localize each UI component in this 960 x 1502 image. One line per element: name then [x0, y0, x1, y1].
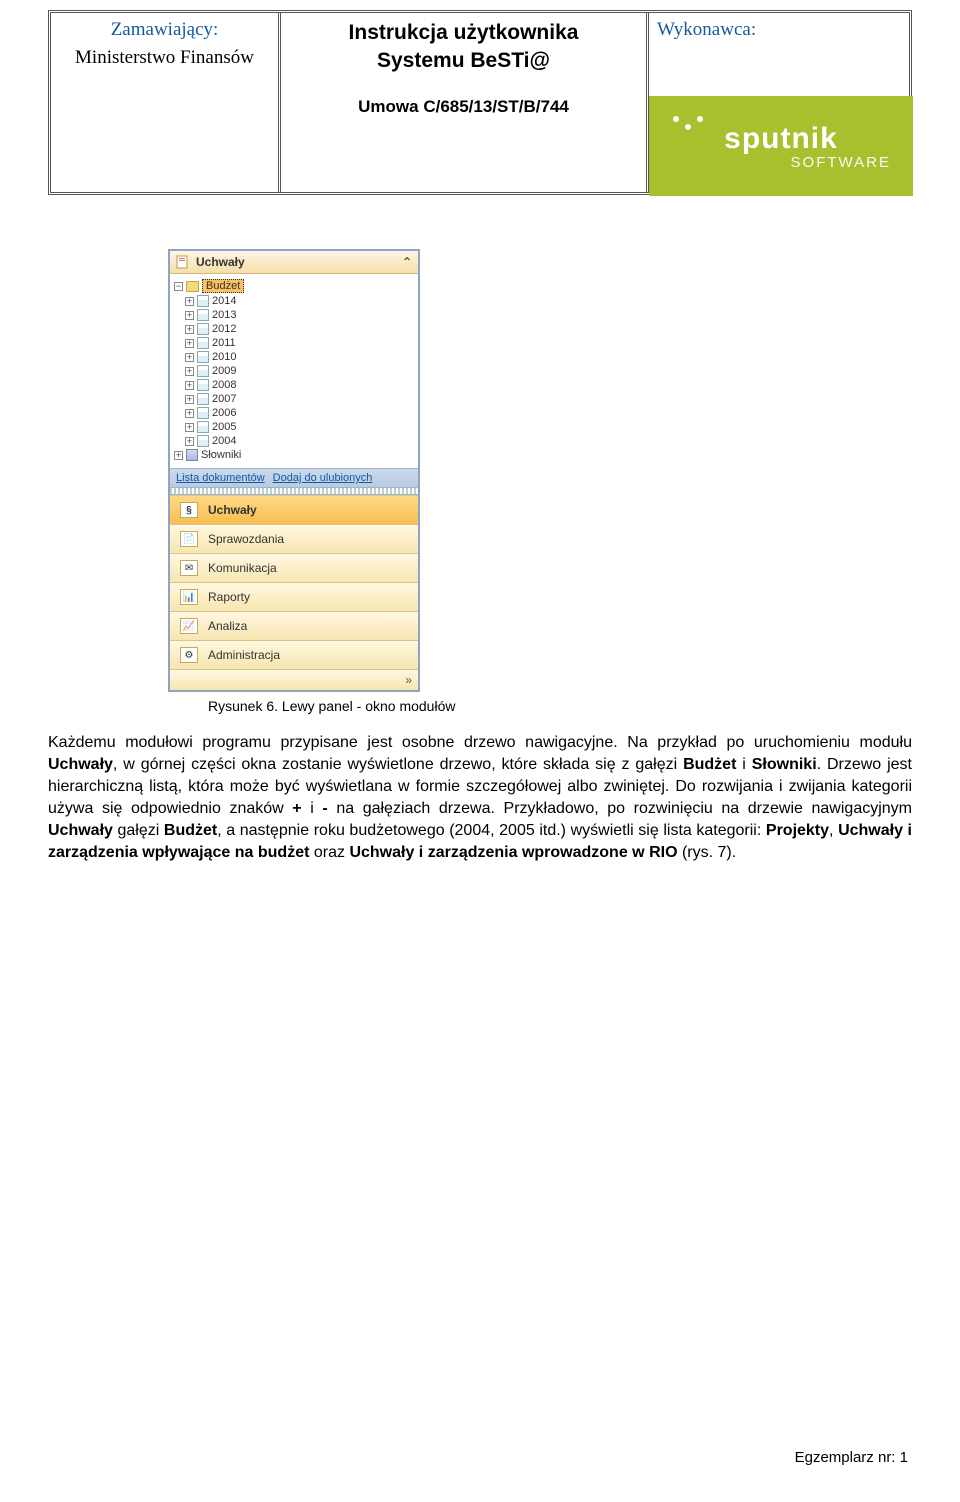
module-label: Sprawozdania	[208, 532, 284, 546]
tree-slowniki[interactable]: + Słowniki	[172, 448, 416, 462]
link-doclist[interactable]: Lista dokumentów	[176, 472, 265, 484]
module-icon: 📄	[180, 531, 198, 547]
calendar-icon	[197, 407, 209, 419]
tree-year[interactable]: +2008	[172, 378, 416, 392]
book-icon	[186, 449, 198, 461]
calendar-icon	[197, 309, 209, 321]
panel-header[interactable]: Uchwały ⌃	[170, 251, 418, 274]
tree-year-label: 2009	[212, 365, 236, 377]
module-label: Raporty	[208, 590, 250, 604]
link-add-fav[interactable]: Dodaj do ulubionych	[273, 472, 373, 484]
module-icon: 📊	[180, 589, 198, 605]
module-icon: 📈	[180, 618, 198, 634]
tree-year[interactable]: +2005	[172, 420, 416, 434]
expand-icon[interactable]: +	[185, 311, 194, 320]
doc-subtitle: Systemu BeSTi@	[289, 49, 638, 73]
calendar-icon	[197, 393, 209, 405]
figure-caption: Rysunek 6. Lewy panel - okno modułów	[208, 698, 912, 714]
module-icon: ⚙	[180, 647, 198, 663]
calendar-icon	[197, 337, 209, 349]
tree-year[interactable]: +2013	[172, 308, 416, 322]
calendar-icon	[197, 351, 209, 363]
ordering-label: Zamawiający:	[59, 19, 270, 41]
expand-icon[interactable]: +	[185, 353, 194, 362]
sputnik-logo: sputnik SOFTWARE	[649, 96, 913, 196]
calendar-icon	[197, 323, 209, 335]
links-bar: Lista dokumentów Dodaj do ulubionych	[170, 468, 418, 488]
module-icon: §	[180, 502, 198, 518]
module-label: Uchwały	[208, 503, 257, 517]
module-label: Administracja	[208, 648, 280, 662]
expand-icon[interactable]: +	[174, 451, 183, 460]
tree-year[interactable]: +2004	[172, 434, 416, 448]
calendar-icon	[197, 365, 209, 377]
tree-year[interactable]: +2011	[172, 336, 416, 350]
splitter-grip[interactable]	[170, 488, 418, 495]
collapse-icon[interactable]: −	[174, 282, 183, 291]
tree-year[interactable]: +2006	[172, 406, 416, 420]
logo-subword: SOFTWARE	[791, 154, 891, 171]
tree-year-label: 2013	[212, 309, 236, 321]
calendar-icon	[197, 435, 209, 447]
header-center: Instrukcja użytkownika Systemu BeSTi@ Um…	[281, 13, 649, 192]
expand-icon[interactable]: +	[185, 367, 194, 376]
document-icon	[176, 255, 190, 269]
module-analiza[interactable]: 📈 Analiza	[170, 611, 418, 640]
tree-slowniki-label: Słowniki	[201, 449, 241, 461]
chevron-up-icon[interactable]: ⌃	[402, 255, 412, 269]
calendar-icon	[197, 421, 209, 433]
doc-title: Instrukcja użytkownika	[289, 21, 638, 45]
tree-year[interactable]: +2010	[172, 350, 416, 364]
tree-root-budzet[interactable]: − Budżet	[172, 278, 416, 294]
tree-year[interactable]: +2007	[172, 392, 416, 406]
contractor-label: Wykonawca:	[657, 19, 901, 41]
tree-year-label: 2005	[212, 421, 236, 433]
module-label: Komunikacja	[208, 561, 277, 575]
expand-icon[interactable]: +	[185, 325, 194, 334]
chevron-right-icon: »	[405, 673, 412, 687]
panel-title: Uchwały	[196, 255, 245, 269]
module-label: Analiza	[208, 619, 247, 633]
tree-year-label: 2010	[212, 351, 236, 363]
tree-year[interactable]: +2012	[172, 322, 416, 336]
expand-icon[interactable]: +	[185, 423, 194, 432]
module-uchwaly[interactable]: § Uchwały	[170, 495, 418, 524]
body-paragraph: Każdemu modułowi programu przypisane jes…	[48, 732, 912, 864]
module-administracja[interactable]: ⚙ Administracja	[170, 640, 418, 669]
expand-icon[interactable]: +	[185, 395, 194, 404]
header-frame: Zamawiający: Ministerstwo Finansów Instr…	[48, 10, 912, 195]
tree-year-label: 2014	[212, 295, 236, 307]
nav-tree: − Budżet +2014 +2013 +2012 +2011 +2010 +…	[170, 274, 418, 468]
module-icon: ✉	[180, 560, 198, 576]
logo-word: sputnik	[724, 122, 838, 156]
module-sprawozdania[interactable]: 📄 Sprawozdania	[170, 524, 418, 553]
footer-copy-number: Egzemplarz nr: 1	[795, 1449, 908, 1466]
contract-number: Umowa C/685/13/ST/B/744	[289, 97, 638, 117]
expand-icon[interactable]: +	[185, 381, 194, 390]
ordering-value: Ministerstwo Finansów	[59, 47, 270, 69]
module-raporty[interactable]: 📊 Raporty	[170, 582, 418, 611]
tree-root-label: Budżet	[202, 279, 244, 293]
tree-year-label: 2007	[212, 393, 236, 405]
expand-icon[interactable]: +	[185, 409, 194, 418]
expand-icon[interactable]: +	[185, 339, 194, 348]
nav-panel: Uchwały ⌃ − Budżet +2014 +2013 +2012 +20…	[168, 249, 420, 692]
tree-year[interactable]: +2009	[172, 364, 416, 378]
expand-icon[interactable]: +	[185, 297, 194, 306]
calendar-icon	[197, 295, 209, 307]
tree-year-label: 2008	[212, 379, 236, 391]
folder-icon	[186, 281, 199, 292]
tree-year[interactable]: +2014	[172, 294, 416, 308]
module-komunikacja[interactable]: ✉ Komunikacja	[170, 553, 418, 582]
header-right: Wykonawca: sputnik SOFTWARE	[649, 13, 909, 192]
module-expand-bar[interactable]: »	[170, 669, 418, 690]
expand-icon[interactable]: +	[185, 437, 194, 446]
tree-year-label: 2011	[212, 337, 236, 349]
tree-year-label: 2006	[212, 407, 236, 419]
calendar-icon	[197, 379, 209, 391]
tree-year-label: 2012	[212, 323, 236, 335]
header-left: Zamawiający: Ministerstwo Finansów	[51, 13, 281, 192]
tree-year-label: 2004	[212, 435, 236, 447]
